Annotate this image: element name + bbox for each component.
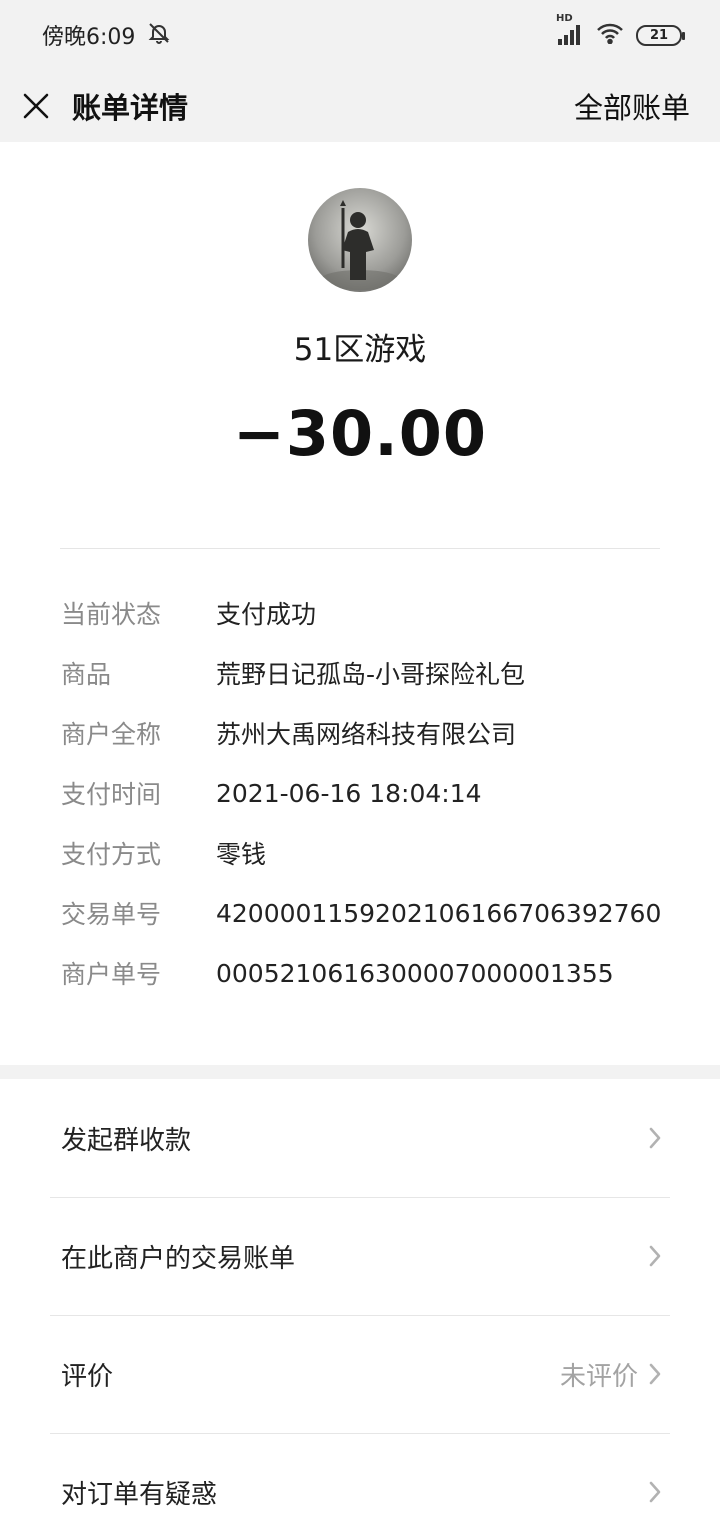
status-left: 傍晚6:09: [42, 19, 171, 51]
status-bar: 傍晚6:09 HD 21: [0, 0, 720, 70]
detail-row-status: 当前状态 支付成功: [61, 583, 681, 643]
chevron-right-icon: [648, 1126, 662, 1150]
detail-value[interactable]: 4200001159202106166706392760: [216, 899, 661, 928]
detail-label: 商品: [61, 660, 112, 689]
detail-label: 交易单号: [61, 900, 162, 929]
detail-value: 苏州大禹网络科技有限公司: [216, 720, 517, 749]
section-gap: [0, 1065, 720, 1079]
action-label: 评价: [61, 1361, 114, 1392]
detail-label: 支付方式: [61, 840, 162, 869]
action-label: 发起群收款: [61, 1125, 192, 1156]
detail-label: 支付时间: [61, 780, 162, 809]
status-time: 傍晚6:09: [42, 25, 136, 50]
detail-row-pay-time: 支付时间 2021-06-16 18:04:14: [61, 763, 681, 823]
action-review[interactable]: 评价 未评价: [0, 1315, 720, 1433]
transaction-details: 当前状态 支付成功 商品 荒野日记孤岛-小哥探险礼包 商户全称 苏州大禹网络科技…: [61, 583, 681, 1003]
action-merchant-bills[interactable]: 在此商户的交易账单: [0, 1197, 720, 1315]
detail-value: 零钱: [216, 840, 267, 869]
battery-level: 21: [649, 27, 669, 43]
signal-icon: HD: [556, 13, 584, 47]
review-status: 未评价: [559, 1361, 638, 1392]
detail-row-pay-method: 支付方式 零钱: [61, 823, 681, 883]
battery-indicator: 21: [636, 24, 685, 46]
action-right: [638, 1197, 662, 1315]
action-group-collect[interactable]: 发起群收款: [0, 1079, 720, 1197]
detail-row-product: 商品 荒野日记孤岛-小哥探险礼包: [61, 643, 681, 703]
divider: [60, 548, 660, 549]
status-right: HD 21: [556, 13, 685, 48]
merchant-name: 51区游戏: [293, 332, 427, 368]
action-right: 未评价: [560, 1315, 662, 1433]
chevron-right-icon: [648, 1480, 662, 1504]
detail-label: 商户单号: [61, 960, 162, 989]
page-title: 账单详情: [72, 91, 189, 125]
action-right: [638, 1433, 662, 1520]
merchant-avatar: [308, 188, 412, 292]
chevron-right-icon: [648, 1244, 662, 1268]
action-order-question[interactable]: 对订单有疑惑: [0, 1433, 720, 1520]
transaction-header: 51区游戏 −30.00: [0, 142, 720, 470]
transaction-amount: −30.00: [232, 397, 488, 470]
detail-value: 2021-06-16 18:04:14: [216, 778, 482, 808]
action-list: 发起群收款 在此商户的交易账单 评价 未评价 对订单有疑惑: [0, 1079, 720, 1520]
detail-value[interactable]: 0005210616300007000001355: [216, 959, 614, 988]
detail-value: 支付成功: [216, 600, 317, 629]
action-label: 对订单有疑惑: [61, 1479, 218, 1510]
close-icon[interactable]: [20, 90, 52, 122]
chevron-right-icon: [648, 1362, 662, 1386]
bell-off-icon: [147, 21, 171, 49]
detail-label: 当前状态: [61, 600, 162, 629]
nav-left: 账单详情: [20, 85, 188, 127]
wifi-icon: [596, 22, 624, 48]
action-label: 在此商户的交易账单: [61, 1243, 296, 1274]
detail-label: 商户全称: [61, 720, 162, 749]
all-bills-link[interactable]: 全部账单: [574, 85, 690, 127]
nav-bar: 账单详情 全部账单: [0, 70, 720, 142]
network-type-label: HD: [556, 13, 573, 24]
detail-row-merchant-fullname: 商户全称 苏州大禹网络科技有限公司: [61, 703, 681, 763]
detail-row-merchant-order-id: 商户单号 0005210616300007000001355: [61, 943, 681, 1003]
action-right: [638, 1079, 662, 1197]
detail-value: 荒野日记孤岛-小哥探险礼包: [216, 660, 526, 689]
detail-row-transaction-id: 交易单号 4200001159202106166706392760: [61, 883, 681, 943]
